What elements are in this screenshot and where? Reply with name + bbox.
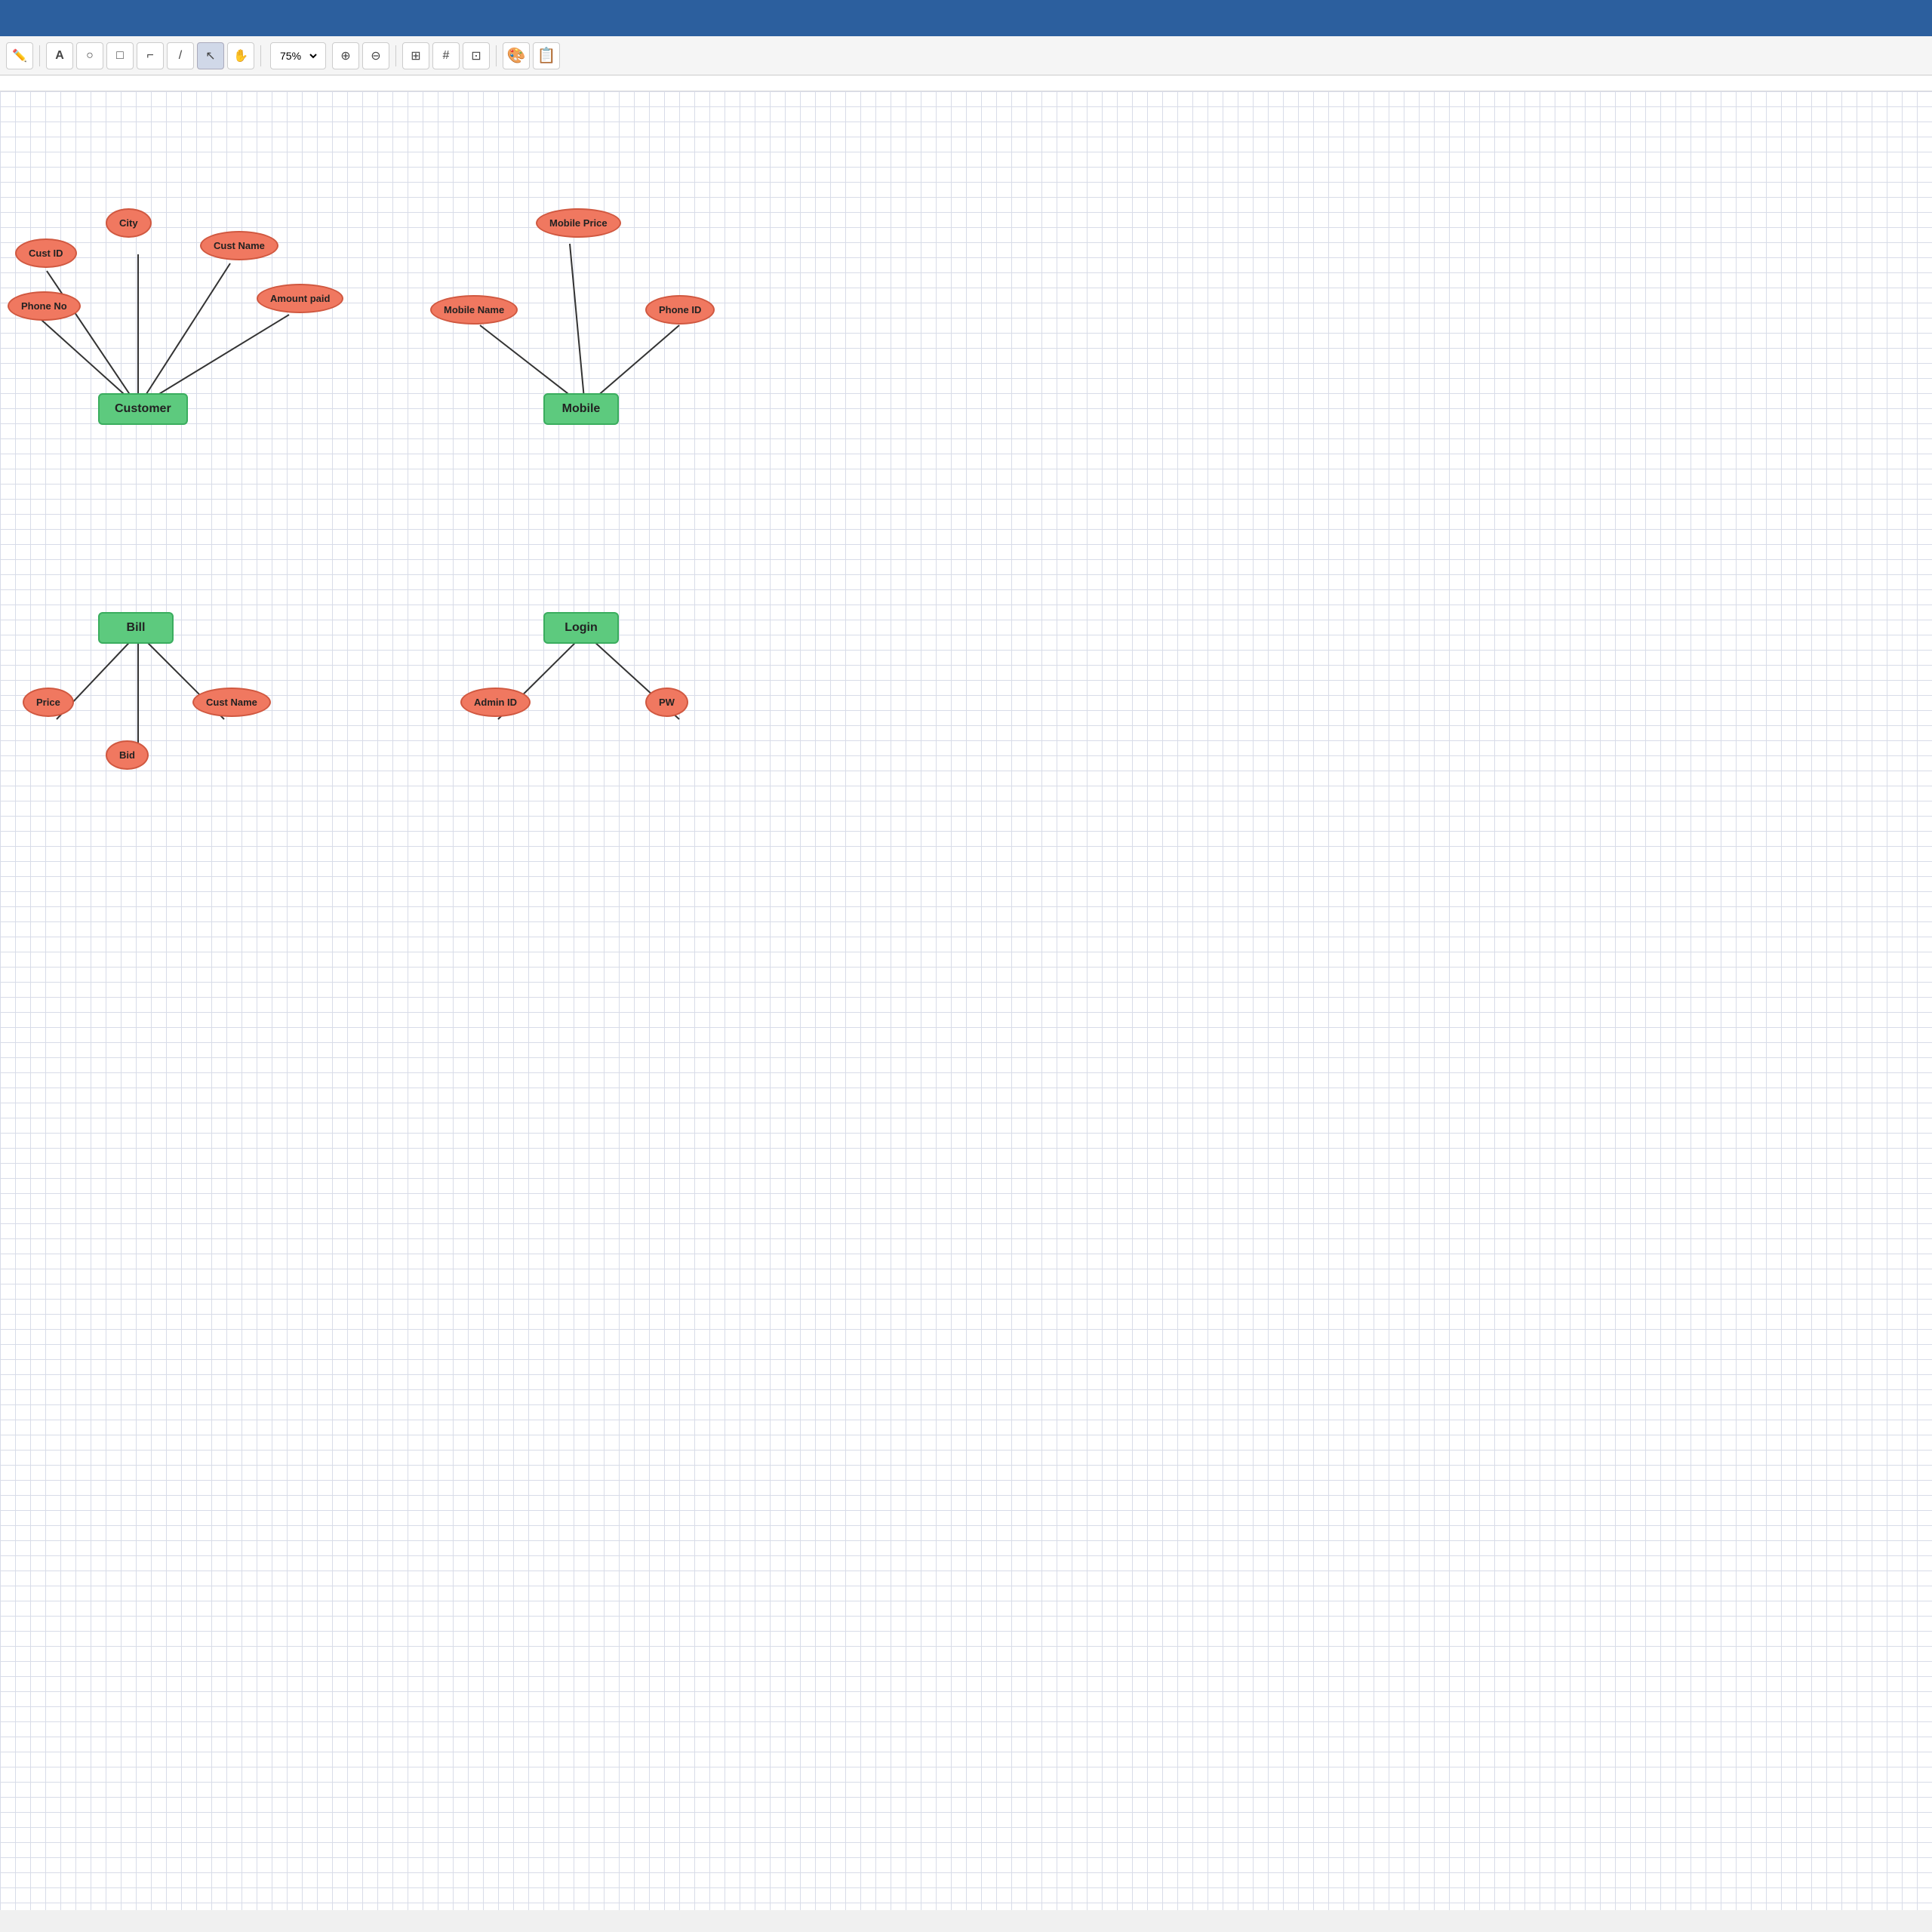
toolbar-sep-4 <box>496 45 497 66</box>
attribute-mobile-name[interactable]: Mobile Name <box>430 295 518 325</box>
attribute-cust-name-bill[interactable]: Cust Name <box>192 688 271 717</box>
attribute-phone-id[interactable]: Phone ID <box>645 295 715 325</box>
toolbar-sep-3 <box>395 45 396 66</box>
entity-bill[interactable]: Bill <box>98 612 174 644</box>
edit-tool-btn[interactable]: ✏️ <box>6 42 33 69</box>
menu-bar <box>0 0 1932 36</box>
ellipse-tool-btn[interactable]: ○ <box>76 42 103 69</box>
toolbar-sep-1 <box>39 45 40 66</box>
attribute-price[interactable]: Price <box>23 688 74 717</box>
attribute-city[interactable]: City <box>106 208 152 238</box>
zoom-out-btn[interactable]: ⊖ <box>362 42 389 69</box>
attribute-cust-name[interactable]: Cust Name <box>200 231 278 260</box>
pan-tool-btn[interactable]: ✋ <box>227 42 254 69</box>
attribute-bid[interactable]: Bid <box>106 740 149 770</box>
title-bar <box>0 75 1932 91</box>
grid-snap-btn[interactable]: ⊞ <box>402 42 429 69</box>
diagram-settings-btn[interactable]: ⊡ <box>463 42 490 69</box>
layers-tool-btn[interactable]: 📋 <box>533 42 560 69</box>
attribute-pw[interactable]: PW <box>645 688 688 717</box>
zoom-control[interactable]: 50% 75% 100% 125% 150% <box>270 42 326 69</box>
line-tool-btn[interactable]: / <box>167 42 194 69</box>
zoom-select[interactable]: 50% 75% 100% 125% 150% <box>277 49 319 63</box>
rect-tool-btn[interactable]: □ <box>106 42 134 69</box>
entity-mobile[interactable]: Mobile <box>543 393 619 425</box>
color-tool-btn[interactable]: 🎨 <box>503 42 530 69</box>
attribute-mobile-price[interactable]: Mobile Price <box>536 208 621 238</box>
entity-login[interactable]: Login <box>543 612 619 644</box>
canvas: Customer Mobile Bill Login Cust ID City Cust N… <box>0 91 1932 1910</box>
grid-view-btn[interactable]: # <box>432 42 460 69</box>
text-tool-btn[interactable]: A <box>46 42 73 69</box>
entity-customer[interactable]: Customer <box>98 393 188 425</box>
select-tool-btn[interactable]: ↖ <box>197 42 224 69</box>
attribute-cust-id[interactable]: Cust ID <box>15 238 77 268</box>
connector-tool-btn[interactable]: ⌐ <box>137 42 164 69</box>
connection-lines <box>0 91 1932 1910</box>
attribute-phone-no[interactable]: Phone No <box>8 291 81 321</box>
attribute-amount-paid[interactable]: Amount paid <box>257 284 343 313</box>
attribute-admin-id[interactable]: Admin ID <box>460 688 531 717</box>
toolbar: ✏️ A ○ □ ⌐ / ↖ ✋ 50% 75% 100% 125% 150% … <box>0 36 1932 75</box>
toolbar-sep-2 <box>260 45 261 66</box>
zoom-in-btn[interactable]: ⊕ <box>332 42 359 69</box>
